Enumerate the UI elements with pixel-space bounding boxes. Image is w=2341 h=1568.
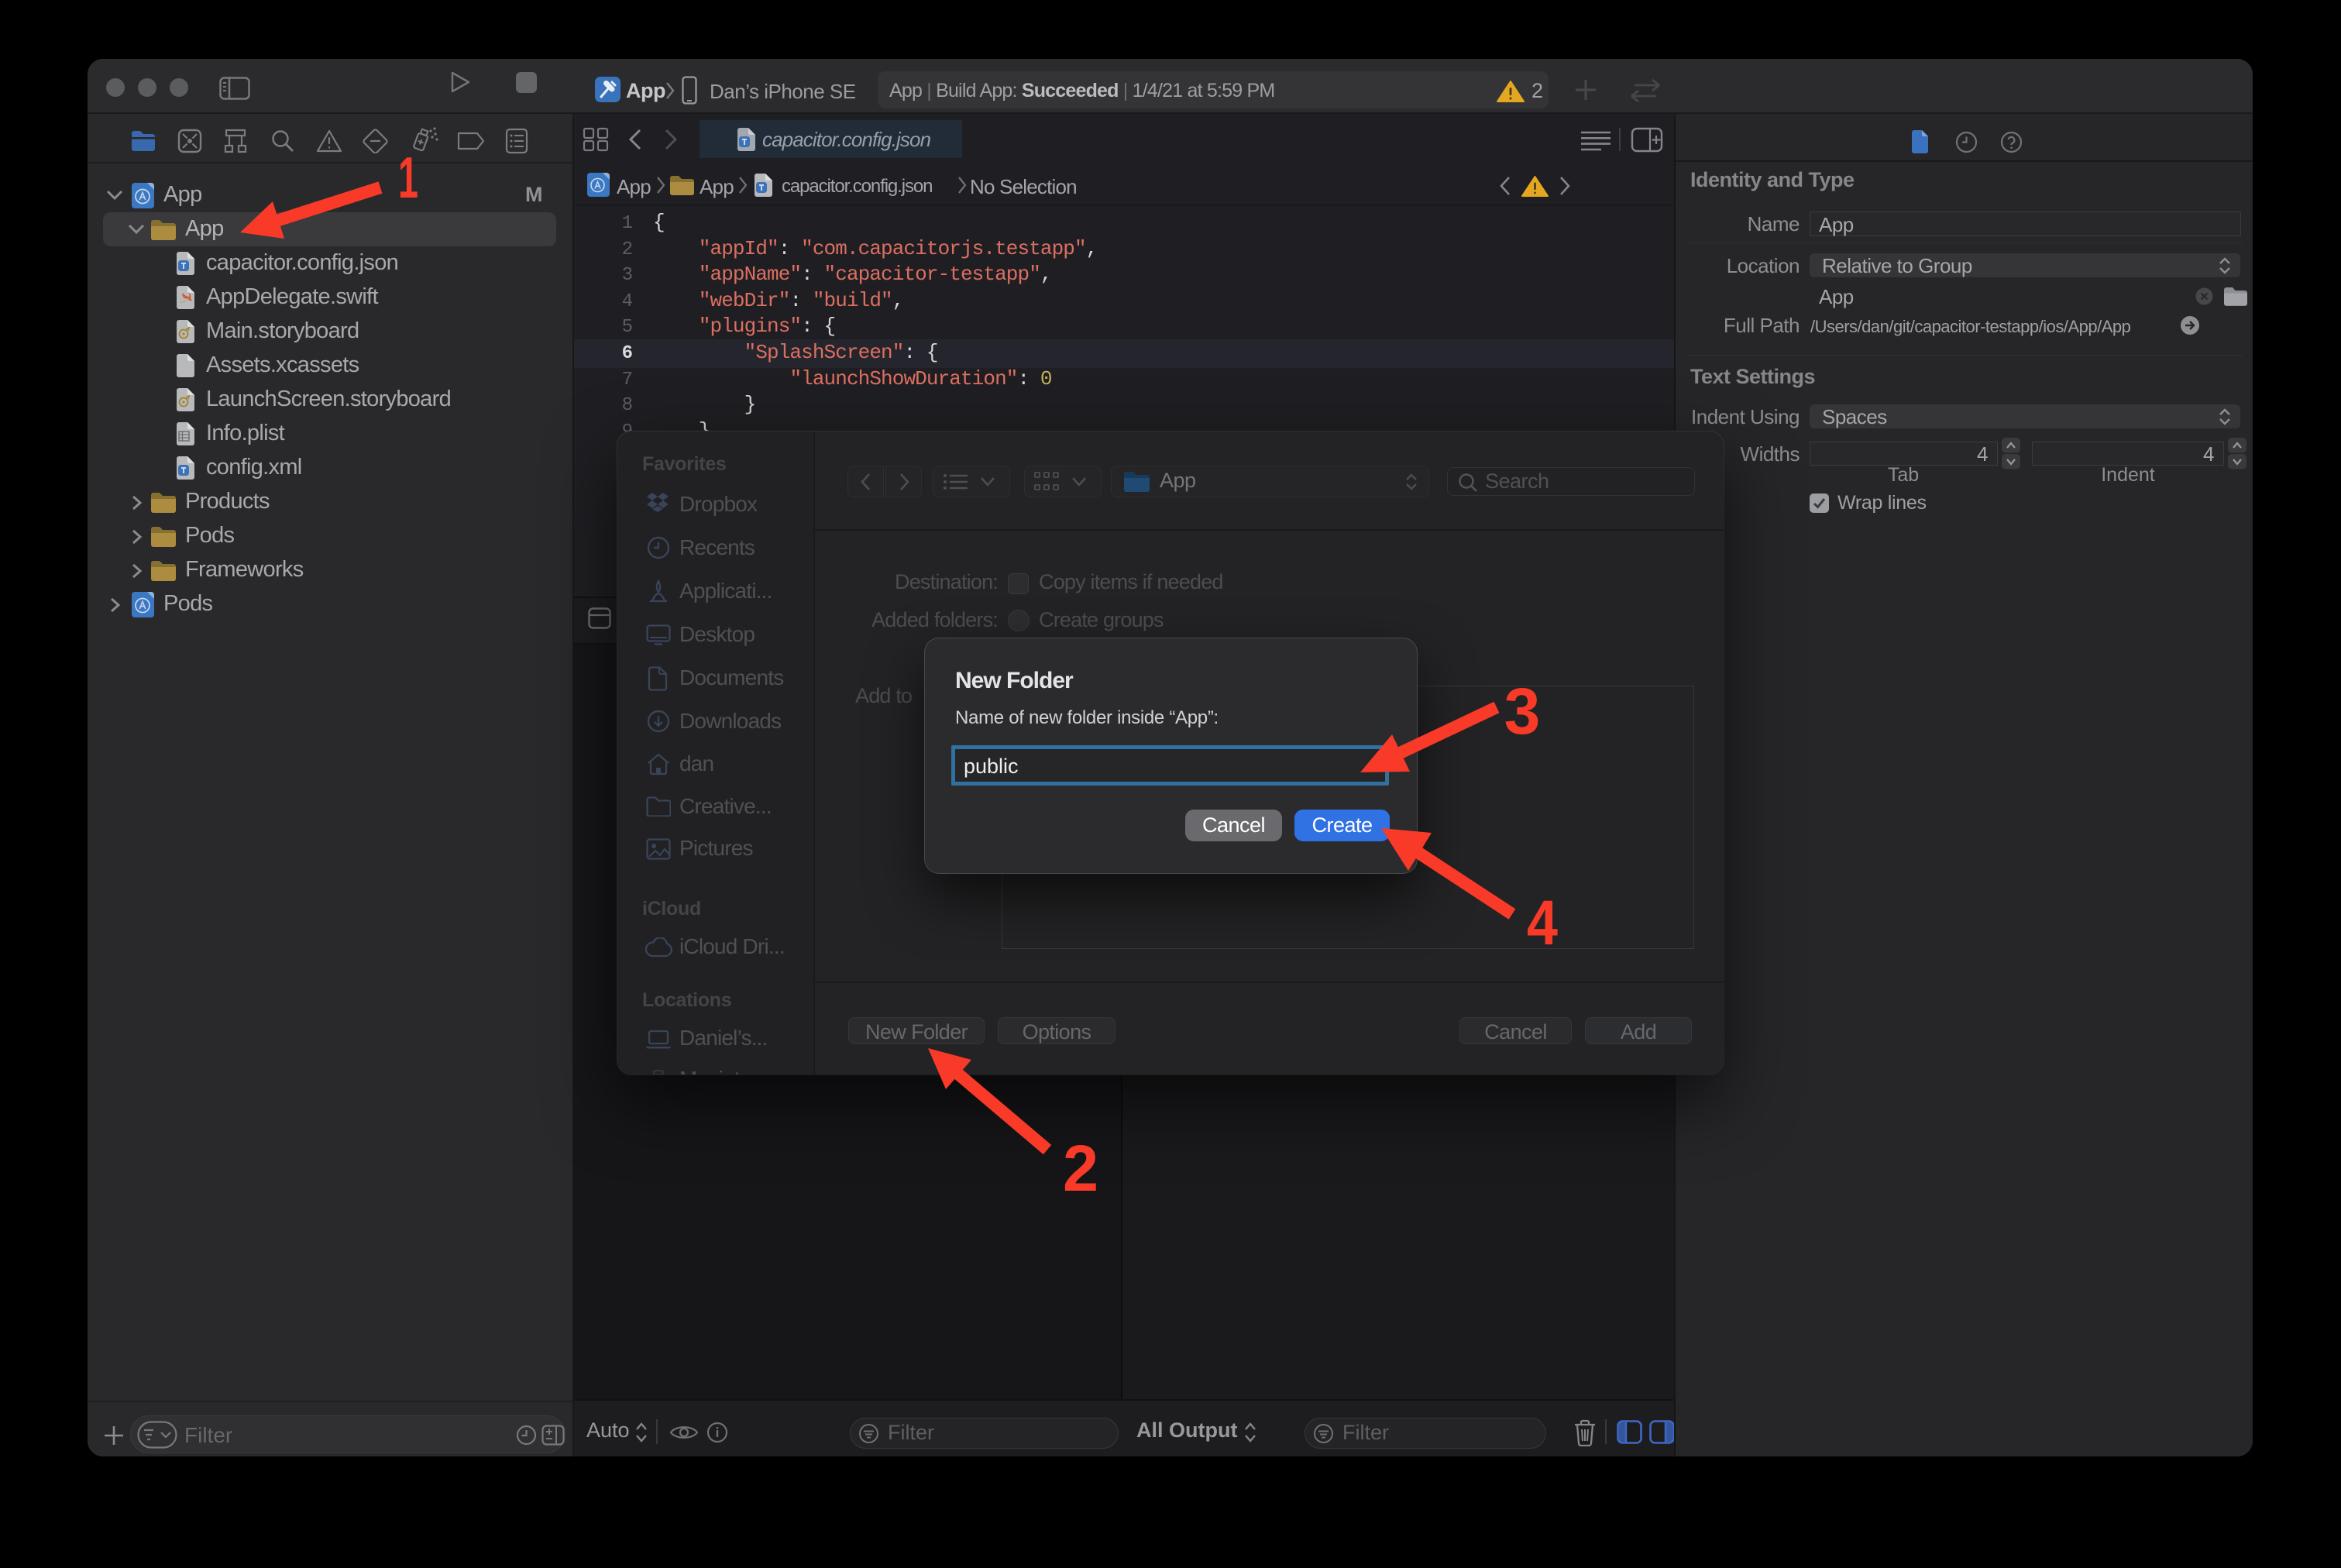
svg-text:4: 4	[1527, 888, 1558, 958]
svg-text:2: 2	[1063, 1132, 1098, 1205]
svg-text:3: 3	[1504, 675, 1541, 748]
svg-text:1: 1	[398, 145, 418, 210]
